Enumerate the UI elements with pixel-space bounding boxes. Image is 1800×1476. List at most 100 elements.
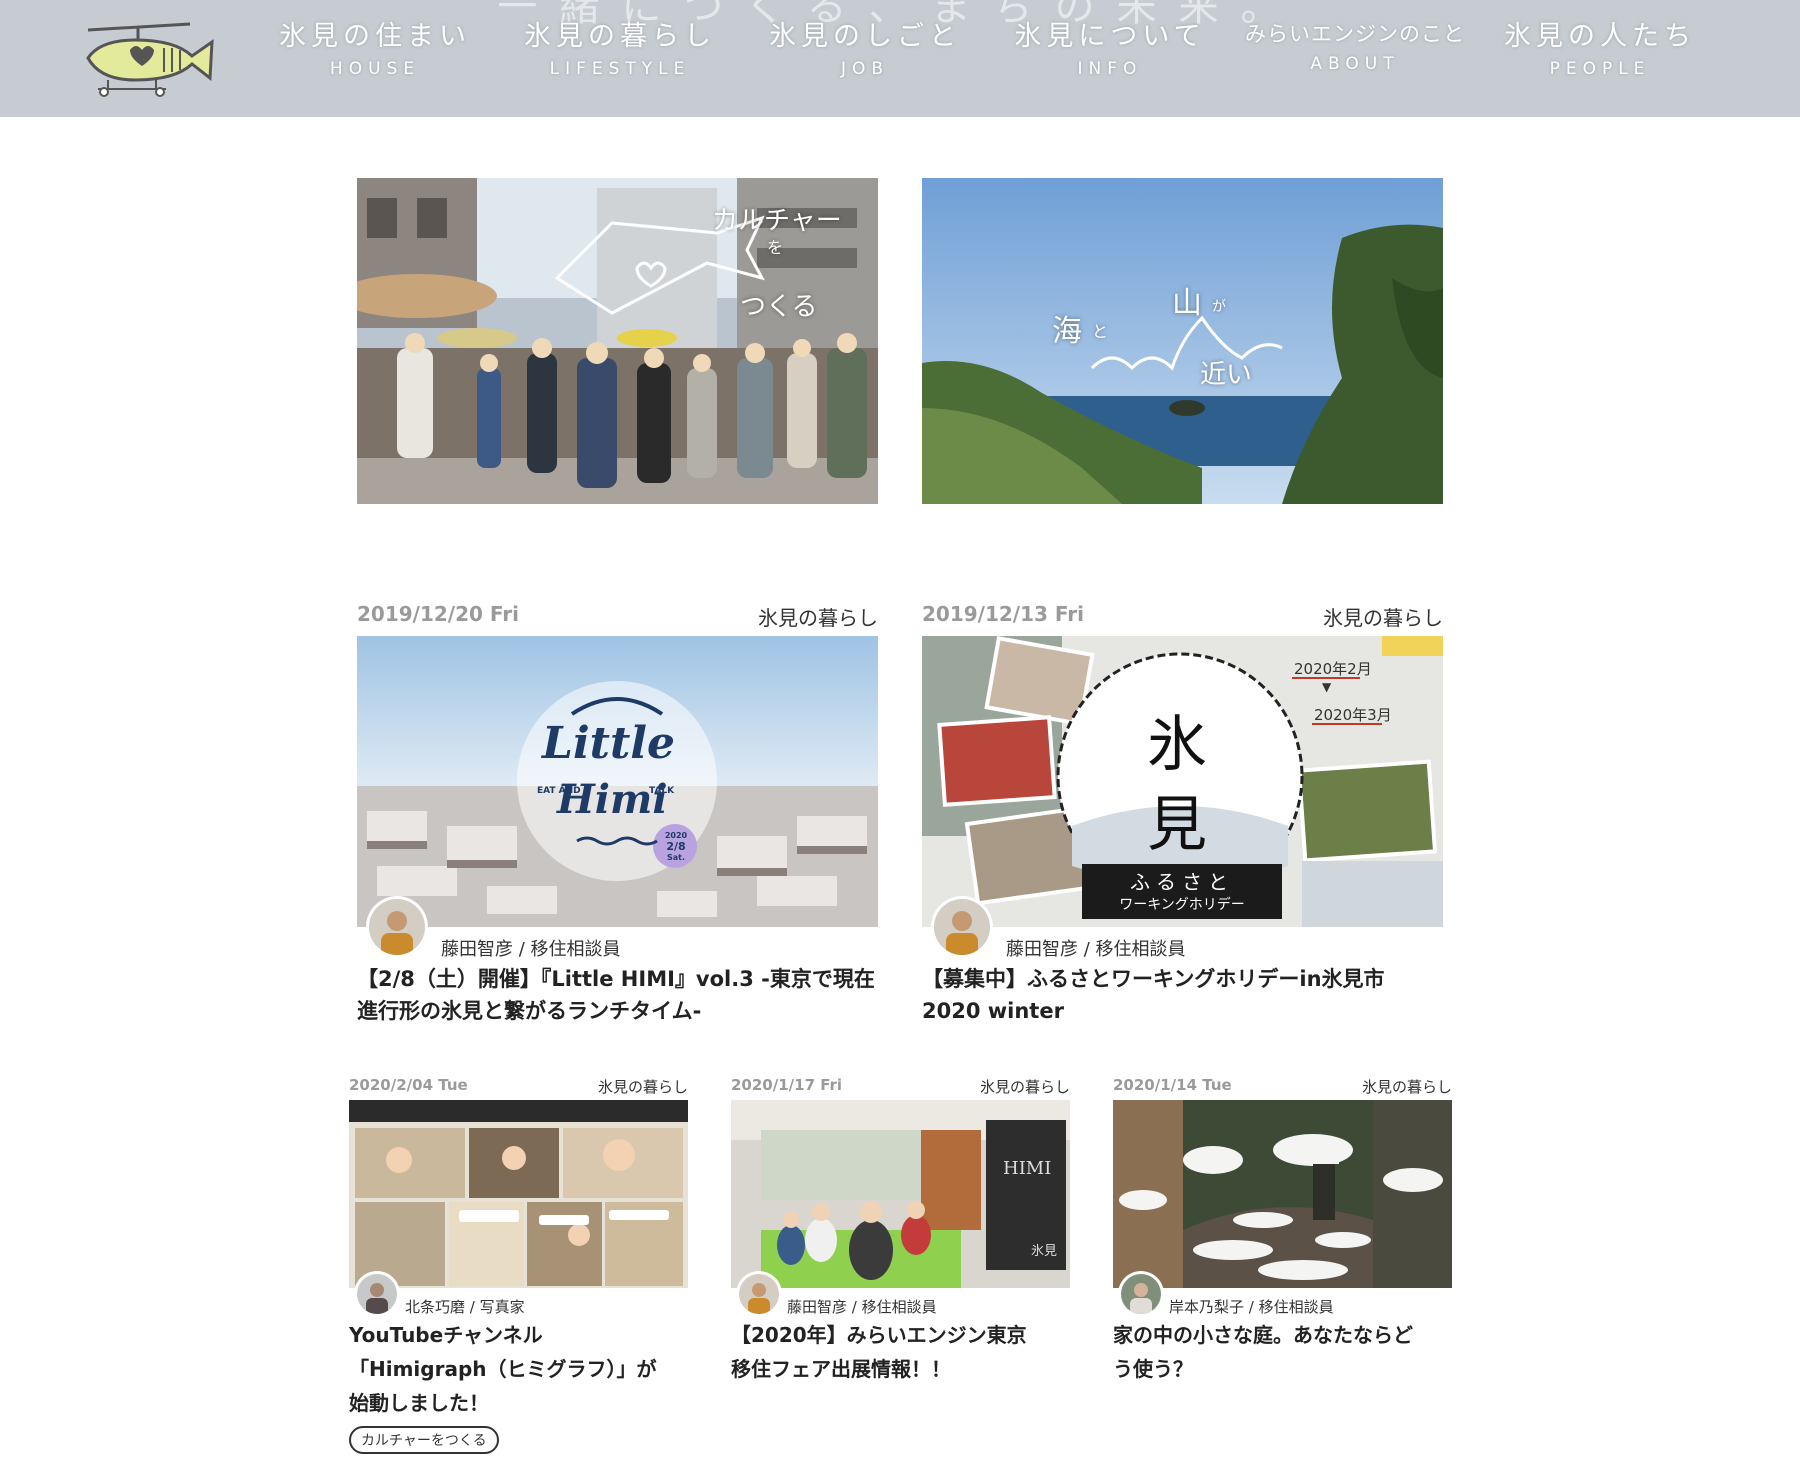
nav-label-en: INFO [1077,59,1143,79]
post-thumbnail[interactable]: Little Himi EAT AND TALK 2020 2/8 Sat. [357,636,878,927]
nav-item-about[interactable]: みらいエンジンのこと ABOUT [1240,14,1470,74]
nav-item-info[interactable]: 氷見について INFO [995,14,1225,79]
post-title-line: う使う？ [1113,1357,1193,1381]
avatar [934,899,990,955]
nav-label-ja: 氷見の暮らし [524,21,716,52]
thumb-title-1: Little [542,718,676,769]
post-title-line: 始動しました！ [349,1391,489,1415]
badge-date: 2/8 [666,840,686,853]
banner-sea-mountain[interactable]: 海 と 山 が 近い [922,178,1443,504]
post-title[interactable]: 【2/8（土）開催】『Little HIMI』vol.3 -東京で現在 進行形の… [357,963,878,1027]
site-header: 一緒につくる、まちの未来。 氷見の住まい HOUSE 氷見の暮らし LIFEST… [0,0,1800,117]
post-title-line: 2020 winter [922,999,1064,1023]
thumb-sub-left: EAT AND [537,786,581,796]
site-logo[interactable] [80,18,220,98]
banner-sea-line3: 山 [1172,286,1202,321]
post-date: 2019/12/13 Fri [922,602,1085,626]
poster-sub-text: 氷見 [1031,1244,1058,1259]
post-date: 2020/2/04 Tue [349,1076,468,1094]
avatar [739,1274,779,1314]
youtube-collage-thumbnail [349,1100,688,1288]
thumb-band-2: ワーキングホリデー [1119,897,1245,913]
nav-item-lifestyle[interactable]: 氷見の暮らし LIFESTYLE [505,14,735,79]
nav-label-ja: 氷見の人たち [1504,21,1696,52]
featured-card[interactable]: 2019/12/13 Fri 氷見の暮らし 氷 見 ふるさと ワーキングホリデー… [922,602,1443,1027]
card-meta: 2020/2/04 Tue 氷見の暮らし [349,1076,688,1100]
nav-item-house[interactable]: 氷見の住まい HOUSE [260,14,490,79]
post-category[interactable]: 氷見の暮らし [1362,1076,1452,1097]
post-title[interactable]: YouTubeチャンネル 「Himigraph（ヒミグラフ）」が 始動しました！ [349,1318,688,1420]
article-card[interactable]: 2020/2/04 Tue 氷見の暮らし 北条巧磨 / 写真家 YouTubeチ… [349,1076,688,1454]
badge-day: Sat. [666,853,686,862]
post-author: 藤田智彦 / 移住相談員 [922,899,1443,961]
nav-label-en: PEOPLE [1549,59,1651,79]
post-title[interactable]: 【募集中】ふるさとワーキングホリデーin氷見市 2020 winter [922,963,1443,1027]
banner-sea-photo [922,178,1443,504]
featured-card[interactable]: 2019/12/20 Fri 氷見の暮らし Little Himi EAT AN… [357,602,878,1027]
tag-culture[interactable]: カルチャーをつくる [349,1426,499,1454]
nav-item-job[interactable]: 氷見のしごと JOB [750,14,980,79]
post-author: 藤田智彦 / 移住相談員 [357,899,878,961]
thumb-title-2: Himi [557,776,668,823]
nav-label-ja: みらいエンジンのこと [1245,22,1465,46]
post-title-line: 進行形の氷見と繋がるランチタイム- [357,999,702,1023]
nav-label-ja: 氷見の住まい [279,21,471,52]
thumb-period-arrow: ▼ [1322,680,1332,694]
thumb-period-to: 2020年3月 [1314,706,1392,724]
tag-list: カルチャーをつくる [349,1426,688,1454]
post-date: 2019/12/20 Fri [357,602,520,626]
article-card[interactable]: 2020/1/14 Tue 氷見の暮らし 岸本乃梨子 / 移住相談員 家の中の小… [1113,1076,1452,1386]
avatar [1121,1274,1161,1314]
post-title-line: 【募集中】ふるさとワーキングホリデーin氷見市 [922,967,1385,991]
snow-garden-thumbnail [1113,1100,1452,1288]
post-author: 北条巧磨 / 写真家 [349,1274,688,1316]
post-date: 2020/1/17 Fri [731,1076,843,1094]
post-author: 岸本乃梨子 / 移住相談員 [1113,1274,1452,1316]
banner-sea-line5: 近い [1200,360,1253,390]
banner-culture-line3: つくる [740,292,818,322]
nav-label-ja: 氷見について [1014,21,1206,52]
author-name: 藤田智彦 / 移住相談員 [441,939,621,960]
thumb-date-badge: 2020 2/8 Sat. [663,830,689,863]
post-date: 2020/1/14 Tue [1113,1076,1232,1094]
author-name: 北条巧磨 / 写真家 [405,1298,525,1316]
banner-culture-line1: カルチャー [712,206,842,236]
nav-label-en: ABOUT [1310,54,1400,74]
author-name: 岸本乃梨子 / 移住相談員 [1169,1298,1334,1316]
banner-sea-line1: 海 [1052,314,1082,349]
article-card[interactable]: 2020/1/17 Fri 氷見の暮らし HIMI 氷見 藤田智彦 / 移住相談… [731,1076,1070,1386]
nav-item-people[interactable]: 氷見の人たち PEOPLE [1485,14,1715,79]
post-title-line: 移住フェア出展情報！！ [731,1357,951,1381]
banner-sea-line2: と [1092,322,1109,341]
poster-text: HIMI [1003,1158,1052,1179]
card-meta: 2020/1/17 Fri 氷見の暮らし [731,1076,1070,1100]
card-meta: 2019/12/13 Fri 氷見の暮らし [922,602,1443,636]
post-thumbnail[interactable] [349,1100,688,1288]
card-meta: 2019/12/20 Fri 氷見の暮らし [357,602,878,636]
nav-label-ja: 氷見のしごと [769,21,961,52]
thumb-kanji-2: 見 [1147,790,1207,860]
post-author: 藤田智彦 / 移住相談員 [731,1274,1070,1316]
banner-sea-line4: が [1212,299,1226,315]
post-category[interactable]: 氷見の暮らし [980,1076,1070,1097]
post-category[interactable]: 氷見の暮らし [598,1076,688,1097]
post-thumbnail[interactable]: 氷 見 ふるさと ワーキングホリデー 2020年2月 ▼ 2020年3月 [922,636,1443,927]
banner-culture[interactable]: カルチャー を つくる [357,178,878,504]
thumb-sub-right: TALK [649,786,675,796]
post-title[interactable]: 【2020年】みらいエンジン東京 移住フェア出展情報！！ [731,1318,1070,1386]
post-thumbnail[interactable]: HIMI 氷見 [731,1100,1070,1288]
post-thumbnail[interactable] [1113,1100,1452,1288]
post-title-line: 【2/8（土）開催】『Little HIMI』vol.3 -東京で現在 [357,967,875,991]
post-title[interactable]: 家の中の小さな庭。あなたならど う使う？ [1113,1318,1452,1386]
thumb-period-from: 2020年2月 [1294,660,1372,678]
helicopter-logo-icon [86,22,214,97]
post-category[interactable]: 氷見の暮らし [758,602,878,631]
post-title-line: YouTubeチャンネル [349,1323,543,1347]
migration-fair-thumbnail [731,1100,1070,1288]
post-category[interactable]: 氷見の暮らし [1323,602,1443,631]
post-title-line: 【2020年】みらいエンジン東京 [731,1323,1027,1347]
post-title-line: 家の中の小さな庭。あなたならど [1113,1323,1413,1347]
banner-culture-line2: を [767,238,784,257]
avatar [357,1274,397,1314]
post-title-line: 「Himigraph（ヒミグラフ）」が [349,1357,657,1381]
